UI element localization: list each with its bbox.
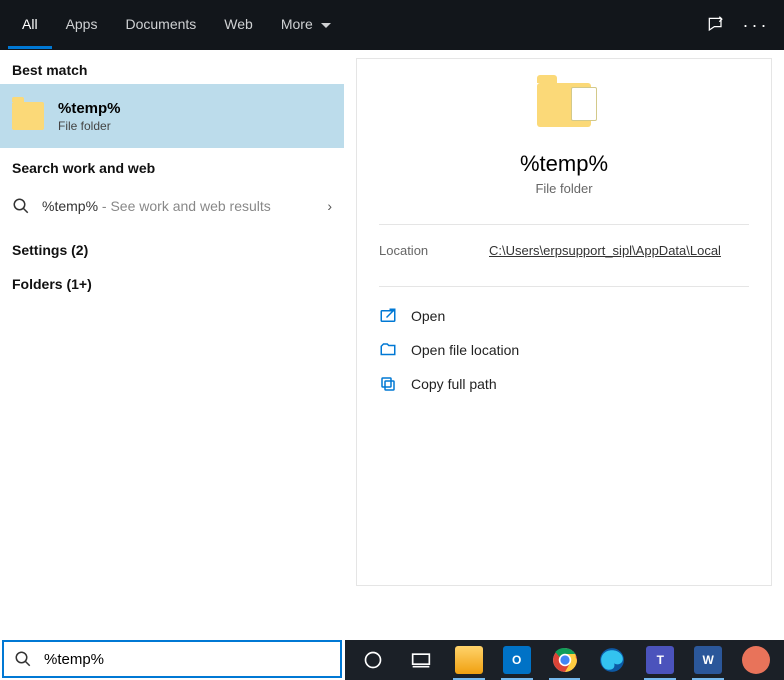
copy-icon xyxy=(379,375,397,393)
filter-tabs-bar: All Apps Documents Web More ··· xyxy=(0,0,784,50)
preview-subtitle: File folder xyxy=(535,181,592,196)
edge-icon xyxy=(599,647,625,673)
taskbar-outlook[interactable]: O xyxy=(495,640,539,680)
action-copy-path[interactable]: Copy full path xyxy=(379,367,749,401)
divider xyxy=(379,224,749,225)
search-input[interactable] xyxy=(42,650,330,669)
folder-large-icon xyxy=(537,83,591,127)
section-folders[interactable]: Folders (1+) xyxy=(0,264,344,298)
best-match-subtitle: File folder xyxy=(58,119,121,133)
search-box[interactable] xyxy=(2,640,342,678)
action-open-location[interactable]: Open file location xyxy=(379,333,749,367)
cortana-icon xyxy=(363,650,383,670)
section-search-web: Search work and web xyxy=(0,148,344,182)
tab-web[interactable]: Web xyxy=(210,2,267,49)
location-row: Location C:\Users\erpsupport_sipl\AppDat… xyxy=(379,243,749,258)
tab-apps[interactable]: Apps xyxy=(52,2,112,49)
feedback-button[interactable] xyxy=(696,15,736,35)
action-copy-path-label: Copy full path xyxy=(411,376,497,392)
preview-pane: %temp% File folder Location C:\Users\erp… xyxy=(344,50,784,638)
folder-icon xyxy=(12,102,44,130)
tab-more[interactable]: More xyxy=(267,2,345,49)
feedback-icon xyxy=(706,15,726,35)
location-label: Location xyxy=(379,243,489,258)
section-best-match: Best match xyxy=(0,50,344,84)
open-location-icon xyxy=(379,341,397,359)
taskbar-chrome[interactable] xyxy=(543,640,587,680)
taskbar-snip[interactable] xyxy=(734,640,778,680)
web-result-query: %temp% xyxy=(42,198,98,214)
web-search-result[interactable]: %temp% - See work and web results › xyxy=(0,182,344,230)
best-match-title: %temp% xyxy=(58,100,121,117)
preview-title: %temp% xyxy=(520,151,608,177)
taskbar-word[interactable]: W xyxy=(686,640,730,680)
tab-all[interactable]: All xyxy=(8,2,52,49)
best-match-result[interactable]: %temp% File folder xyxy=(0,84,344,148)
file-explorer-icon xyxy=(455,646,483,674)
tab-more-label: More xyxy=(281,16,313,32)
web-result-left: %temp% - See work and web results xyxy=(12,197,271,215)
action-open-label: Open xyxy=(411,308,445,324)
taskbar: O T W xyxy=(345,640,784,680)
section-settings[interactable]: Settings (2) xyxy=(0,230,344,264)
results-pane: Best match %temp% File folder Search wor… xyxy=(0,50,344,638)
web-result-hint: - See work and web results xyxy=(98,198,271,214)
chevron-right-icon: › xyxy=(327,198,332,214)
options-button[interactable]: ··· xyxy=(736,15,776,36)
teams-icon: T xyxy=(646,646,674,674)
search-icon xyxy=(14,650,32,668)
preview-header: %temp% File folder xyxy=(379,83,749,196)
taskbar-cortana[interactable] xyxy=(351,640,395,680)
chrome-icon xyxy=(552,647,578,673)
taskbar-file-explorer[interactable] xyxy=(447,640,491,680)
content-row: Best match %temp% File folder Search wor… xyxy=(0,50,784,638)
ellipsis-icon: ··· xyxy=(743,15,770,36)
search-icon xyxy=(12,197,30,215)
snip-icon xyxy=(742,646,770,674)
taskbar-taskview[interactable] xyxy=(399,640,443,680)
action-open-location-label: Open file location xyxy=(411,342,519,358)
best-match-text: %temp% File folder xyxy=(58,100,121,133)
preview-card: %temp% File folder Location C:\Users\erp… xyxy=(356,58,772,586)
taskbar-edge[interactable] xyxy=(590,640,634,680)
open-icon xyxy=(379,307,397,325)
web-result-text: %temp% - See work and web results xyxy=(42,198,271,214)
taskview-icon xyxy=(411,652,431,668)
location-path-link[interactable]: C:\Users\erpsupport_sipl\AppData\Local xyxy=(489,243,721,258)
word-icon: W xyxy=(694,646,722,674)
chevron-down-icon xyxy=(321,23,331,29)
outlook-icon: O xyxy=(503,646,531,674)
tab-documents[interactable]: Documents xyxy=(111,2,210,49)
action-open[interactable]: Open xyxy=(379,299,749,333)
taskbar-teams[interactable]: T xyxy=(638,640,682,680)
